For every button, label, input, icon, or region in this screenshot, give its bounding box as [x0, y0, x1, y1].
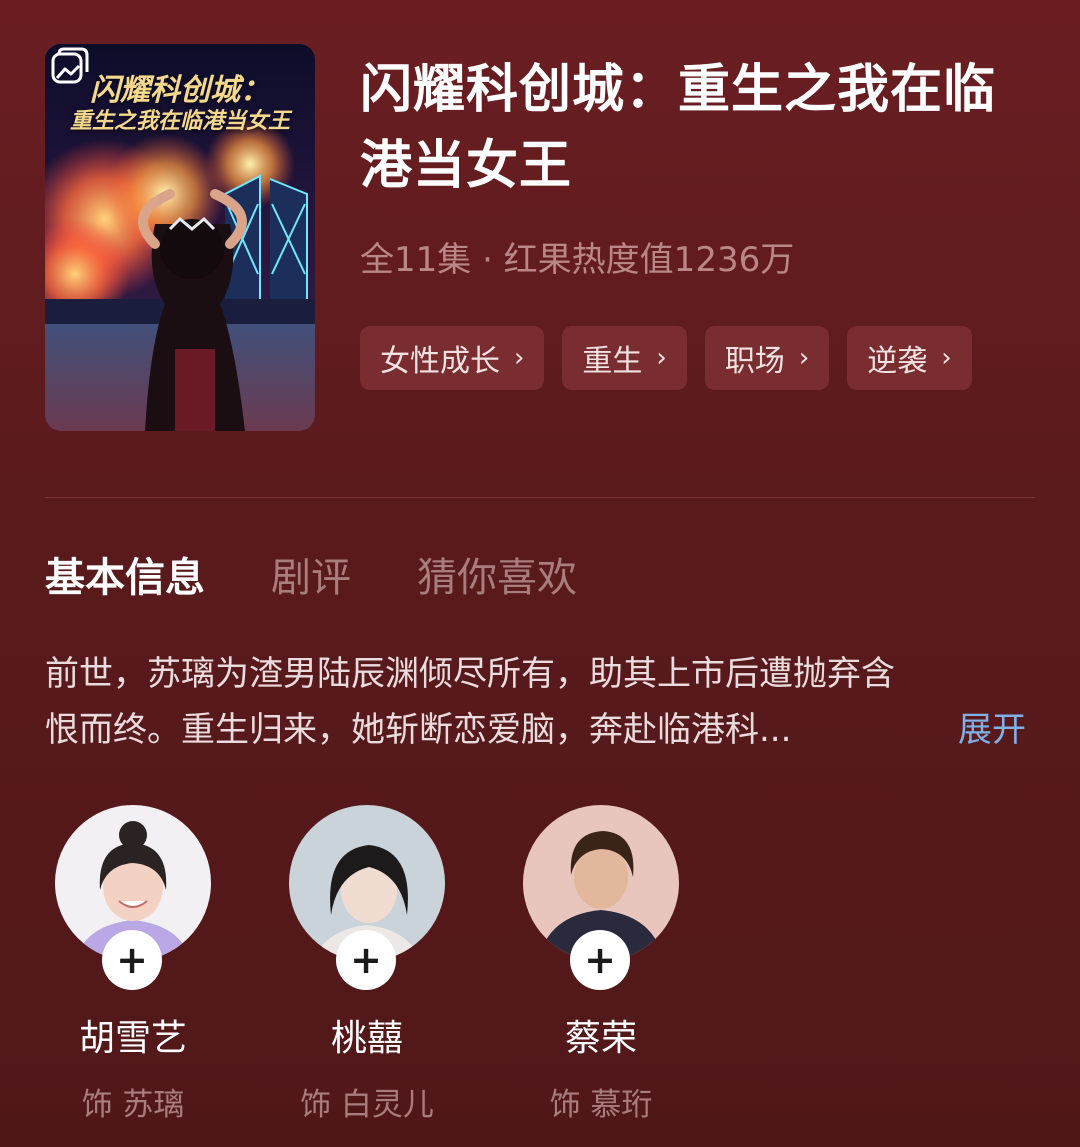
- tab-basic-info[interactable]: 基本信息: [45, 548, 205, 608]
- cast-list: + 胡雪艺 饰 苏璃 + 桃囍 饰 白灵儿 + 蔡荣 饰 慕珩: [55, 805, 679, 1124]
- section-divider: [45, 497, 1035, 498]
- chevron-right-icon: ›: [941, 343, 952, 373]
- drama-detail-page: 闪耀科创城： 重生之我在临港当女王 闪耀科创城：重生之我在临港当女王 全11集 …: [0, 0, 1080, 1147]
- chevron-right-icon: ›: [656, 343, 667, 373]
- cast-role: 饰 苏璃: [81, 1087, 185, 1123]
- tag-label: 职场: [724, 344, 785, 379]
- tag-female-growth[interactable]: 女性成长 ›: [360, 326, 545, 390]
- cast-avatar-wrap: +: [289, 805, 445, 990]
- plus-icon[interactable]: +: [102, 930, 162, 990]
- tab-recommendations[interactable]: 猜你喜欢: [417, 548, 577, 608]
- tag-label: 重生: [582, 344, 643, 379]
- drama-title: 闪耀科创城：重生之我在临港当女王: [360, 60, 997, 196]
- gallery-icon[interactable]: [45, 44, 93, 92]
- drama-meta: 全11集 · 红果热度值1236万: [360, 240, 795, 280]
- cast-member[interactable]: + 胡雪艺 饰 苏璃: [55, 805, 211, 1124]
- detail-tabs: 基本信息 剧评 猜你喜欢: [45, 548, 577, 608]
- tag-list: 女性成长 › 重生 › 职场 › 逆袭 ›: [360, 326, 972, 390]
- chevron-right-icon: ›: [798, 343, 810, 373]
- chevron-right-icon: ›: [514, 343, 525, 373]
- cast-member[interactable]: + 桃囍 饰 白灵儿: [289, 805, 445, 1124]
- tag-comeback[interactable]: 逆袭 ›: [847, 326, 972, 390]
- tag-label: 逆袭: [867, 344, 928, 379]
- cast-role: 饰 白灵儿: [300, 1087, 434, 1123]
- synopsis-line: 前世，苏璃为渣男陆辰渊倾尽所有，助其上市后遭抛弃含: [45, 654, 895, 694]
- cast-avatar-wrap: +: [523, 805, 679, 990]
- synopsis-line: 恨而终。重生归来，她斩断恋爱脑，奔赴临港科...: [45, 710, 792, 750]
- expand-link[interactable]: 展开: [958, 702, 1026, 758]
- cast-name: 桃囍: [330, 1018, 403, 1059]
- plus-icon[interactable]: +: [570, 930, 630, 990]
- cast-avatar-wrap: +: [55, 805, 211, 990]
- tag-rebirth[interactable]: 重生 ›: [562, 326, 687, 390]
- tag-label: 女性成长: [380, 344, 500, 379]
- drama-synopsis: 前世，苏璃为渣男陆辰渊倾尽所有，助其上市后遭抛弃含 恨而终。重生归来，她斩断恋爱…: [45, 646, 1035, 758]
- drama-poster[interactable]: 闪耀科创城： 重生之我在临港当女王: [45, 44, 315, 431]
- cast-name: 蔡荣: [564, 1018, 637, 1059]
- plus-icon[interactable]: +: [336, 930, 396, 990]
- tab-reviews[interactable]: 剧评: [271, 548, 351, 608]
- tag-workplace[interactable]: 职场 ›: [704, 326, 830, 390]
- cast-role: 饰 慕珩: [549, 1087, 653, 1123]
- poster-title-line2: 重生之我在临港当女王: [69, 108, 290, 134]
- cast-member[interactable]: + 蔡荣 饰 慕珩: [523, 805, 679, 1124]
- cast-name: 胡雪艺: [78, 1018, 187, 1059]
